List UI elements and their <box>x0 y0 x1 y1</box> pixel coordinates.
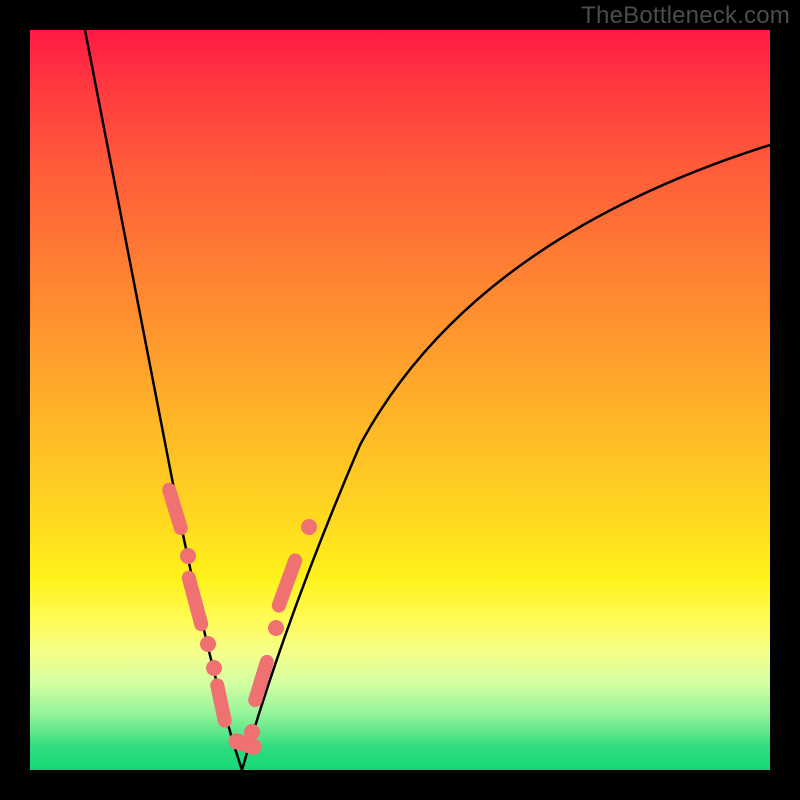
highlight-cluster-floor <box>226 724 263 757</box>
highlight-dot <box>200 636 216 652</box>
highlight-dot <box>301 519 317 535</box>
highlight-pill <box>246 653 275 709</box>
highlight-cluster-left <box>160 481 233 729</box>
watermark-text: TheBottleneck.com <box>581 2 790 30</box>
highlight-dot <box>268 620 284 636</box>
curves-svg <box>30 30 770 770</box>
highlight-dot <box>180 548 196 564</box>
curve-right <box>242 145 770 770</box>
highlight-cluster-right <box>246 519 317 709</box>
highlight-pill <box>160 481 189 537</box>
highlight-pill <box>209 677 233 729</box>
plot-area <box>30 30 770 770</box>
curve-left <box>85 30 242 770</box>
chart-frame: TheBottleneck.com <box>0 0 800 800</box>
highlight-dot <box>206 660 222 676</box>
highlight-pill <box>270 551 304 614</box>
highlight-pill <box>180 569 210 633</box>
highlight-dot <box>244 724 260 740</box>
